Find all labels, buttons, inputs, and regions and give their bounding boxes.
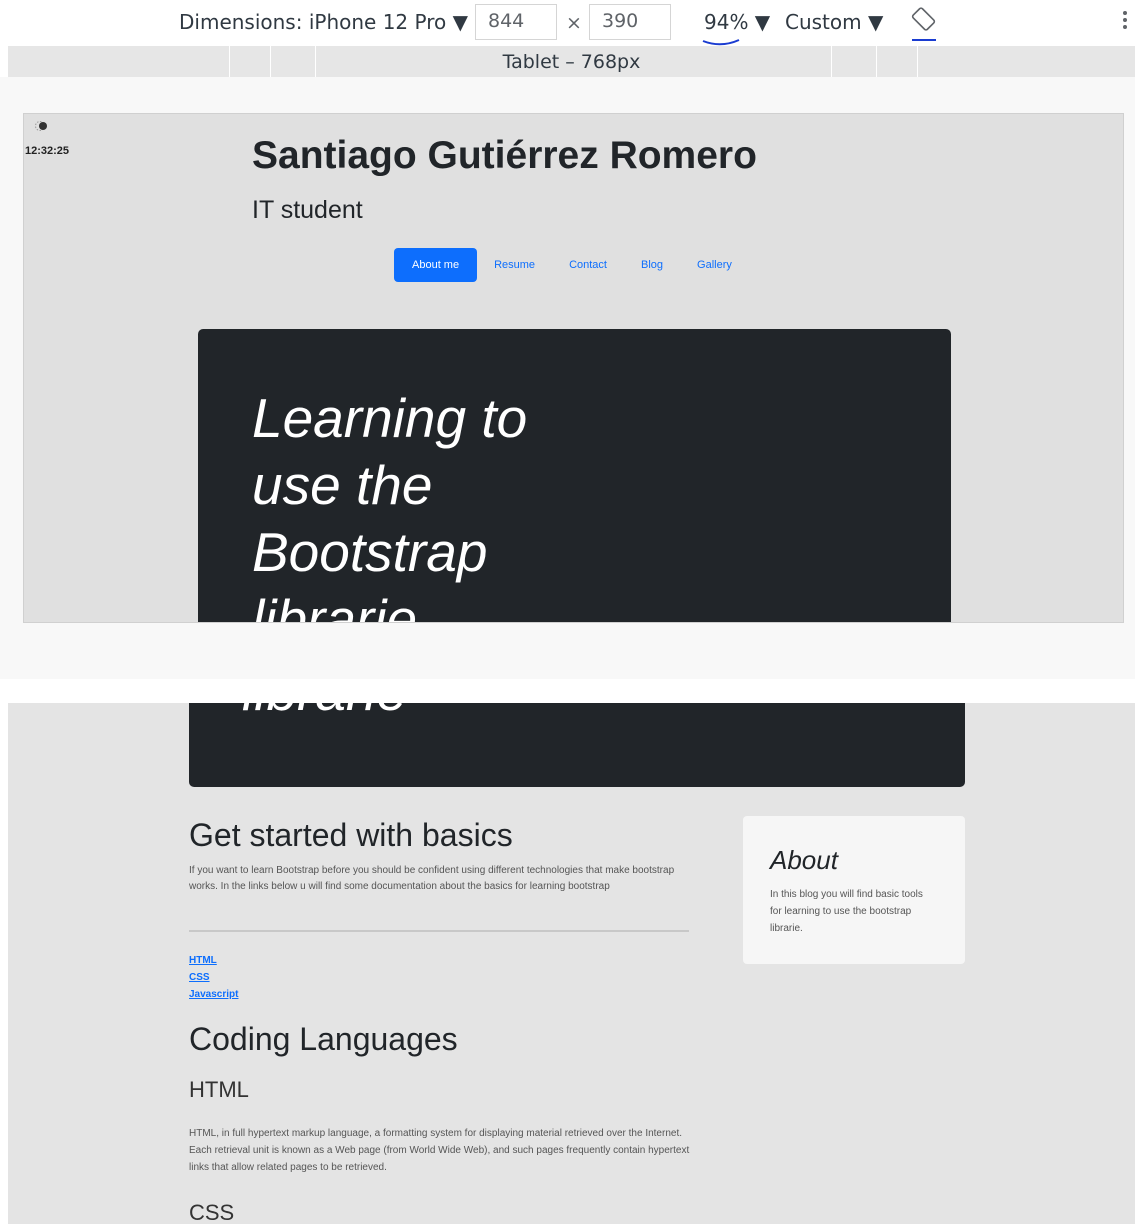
time-display: 12:32:25 [25,145,70,157]
site-subtitle: IT student [252,196,363,224]
dimensions-dropdown[interactable]: Dimensions: iPhone 12 Pro ▼ [179,10,468,34]
language-title-css: CSS [189,1200,235,1224]
device-viewport: 12:32:25 Santiago Gutiérrez Romero IT st… [23,113,1124,623]
post-body: If you want to learn Bootstrap before yo… [189,865,675,892]
language-title-html: HTML [189,1077,249,1102]
about-body: In this blog you will find basic tools f… [770,889,923,934]
zoom-dropdown[interactable]: 94% ▼ [704,10,770,34]
divider [189,930,689,932]
section-title: Coding Languages [189,1021,458,1057]
moon-toggle-icon[interactable] [34,119,50,133]
throttle-dropdown[interactable]: Custom ▼ [785,10,883,34]
media-query-label: Tablet – 768px [502,51,641,73]
nav-resume[interactable]: Resume [477,249,552,281]
site-name: Santiago Gutiérrez Romero [252,134,757,177]
about-title: About [770,845,838,875]
hero-banner: Learning to use the Bootstrap librarie [198,329,951,623]
width-input[interactable]: 844 [475,4,557,40]
times-separator: × [566,12,582,34]
doc-links: HTML CSS Javascript [189,952,238,1003]
nav-blog[interactable]: Blog [624,249,680,281]
hero-heading-overflow: librarie [242,703,407,723]
link-html[interactable]: HTML [189,952,238,969]
language-body-html: HTML, in full hypertext markup language,… [189,1128,690,1173]
devtools-device-toolbar: Dimensions: iPhone 12 Pro ▼ 844 × 390 94… [8,0,1135,46]
rotate-icon[interactable] [911,6,937,42]
nav-about-me[interactable]: About me [394,248,478,282]
hero-heading: Learning to use the Bootstrap librarie [252,387,528,623]
nav-gallery[interactable]: Gallery [680,249,749,281]
link-javascript[interactable]: Javascript [189,986,238,1003]
post-title: Get started with basics [189,817,513,853]
nav-contact[interactable]: Contact [552,249,624,281]
height-input[interactable]: 390 [589,4,671,40]
link-css[interactable]: CSS [189,969,238,986]
more-vertical-icon[interactable] [1120,8,1130,38]
hero-banner-continued: librarie [189,703,965,787]
main-nav: About me Resume Contact Blog Gallery [394,248,749,282]
page-scrolled-content: librarie Get started with basics If you … [8,703,1135,1224]
about-card: About In this blog you will find basic t… [743,816,965,964]
media-query-bar[interactable]: Tablet – 768px [8,46,1135,77]
